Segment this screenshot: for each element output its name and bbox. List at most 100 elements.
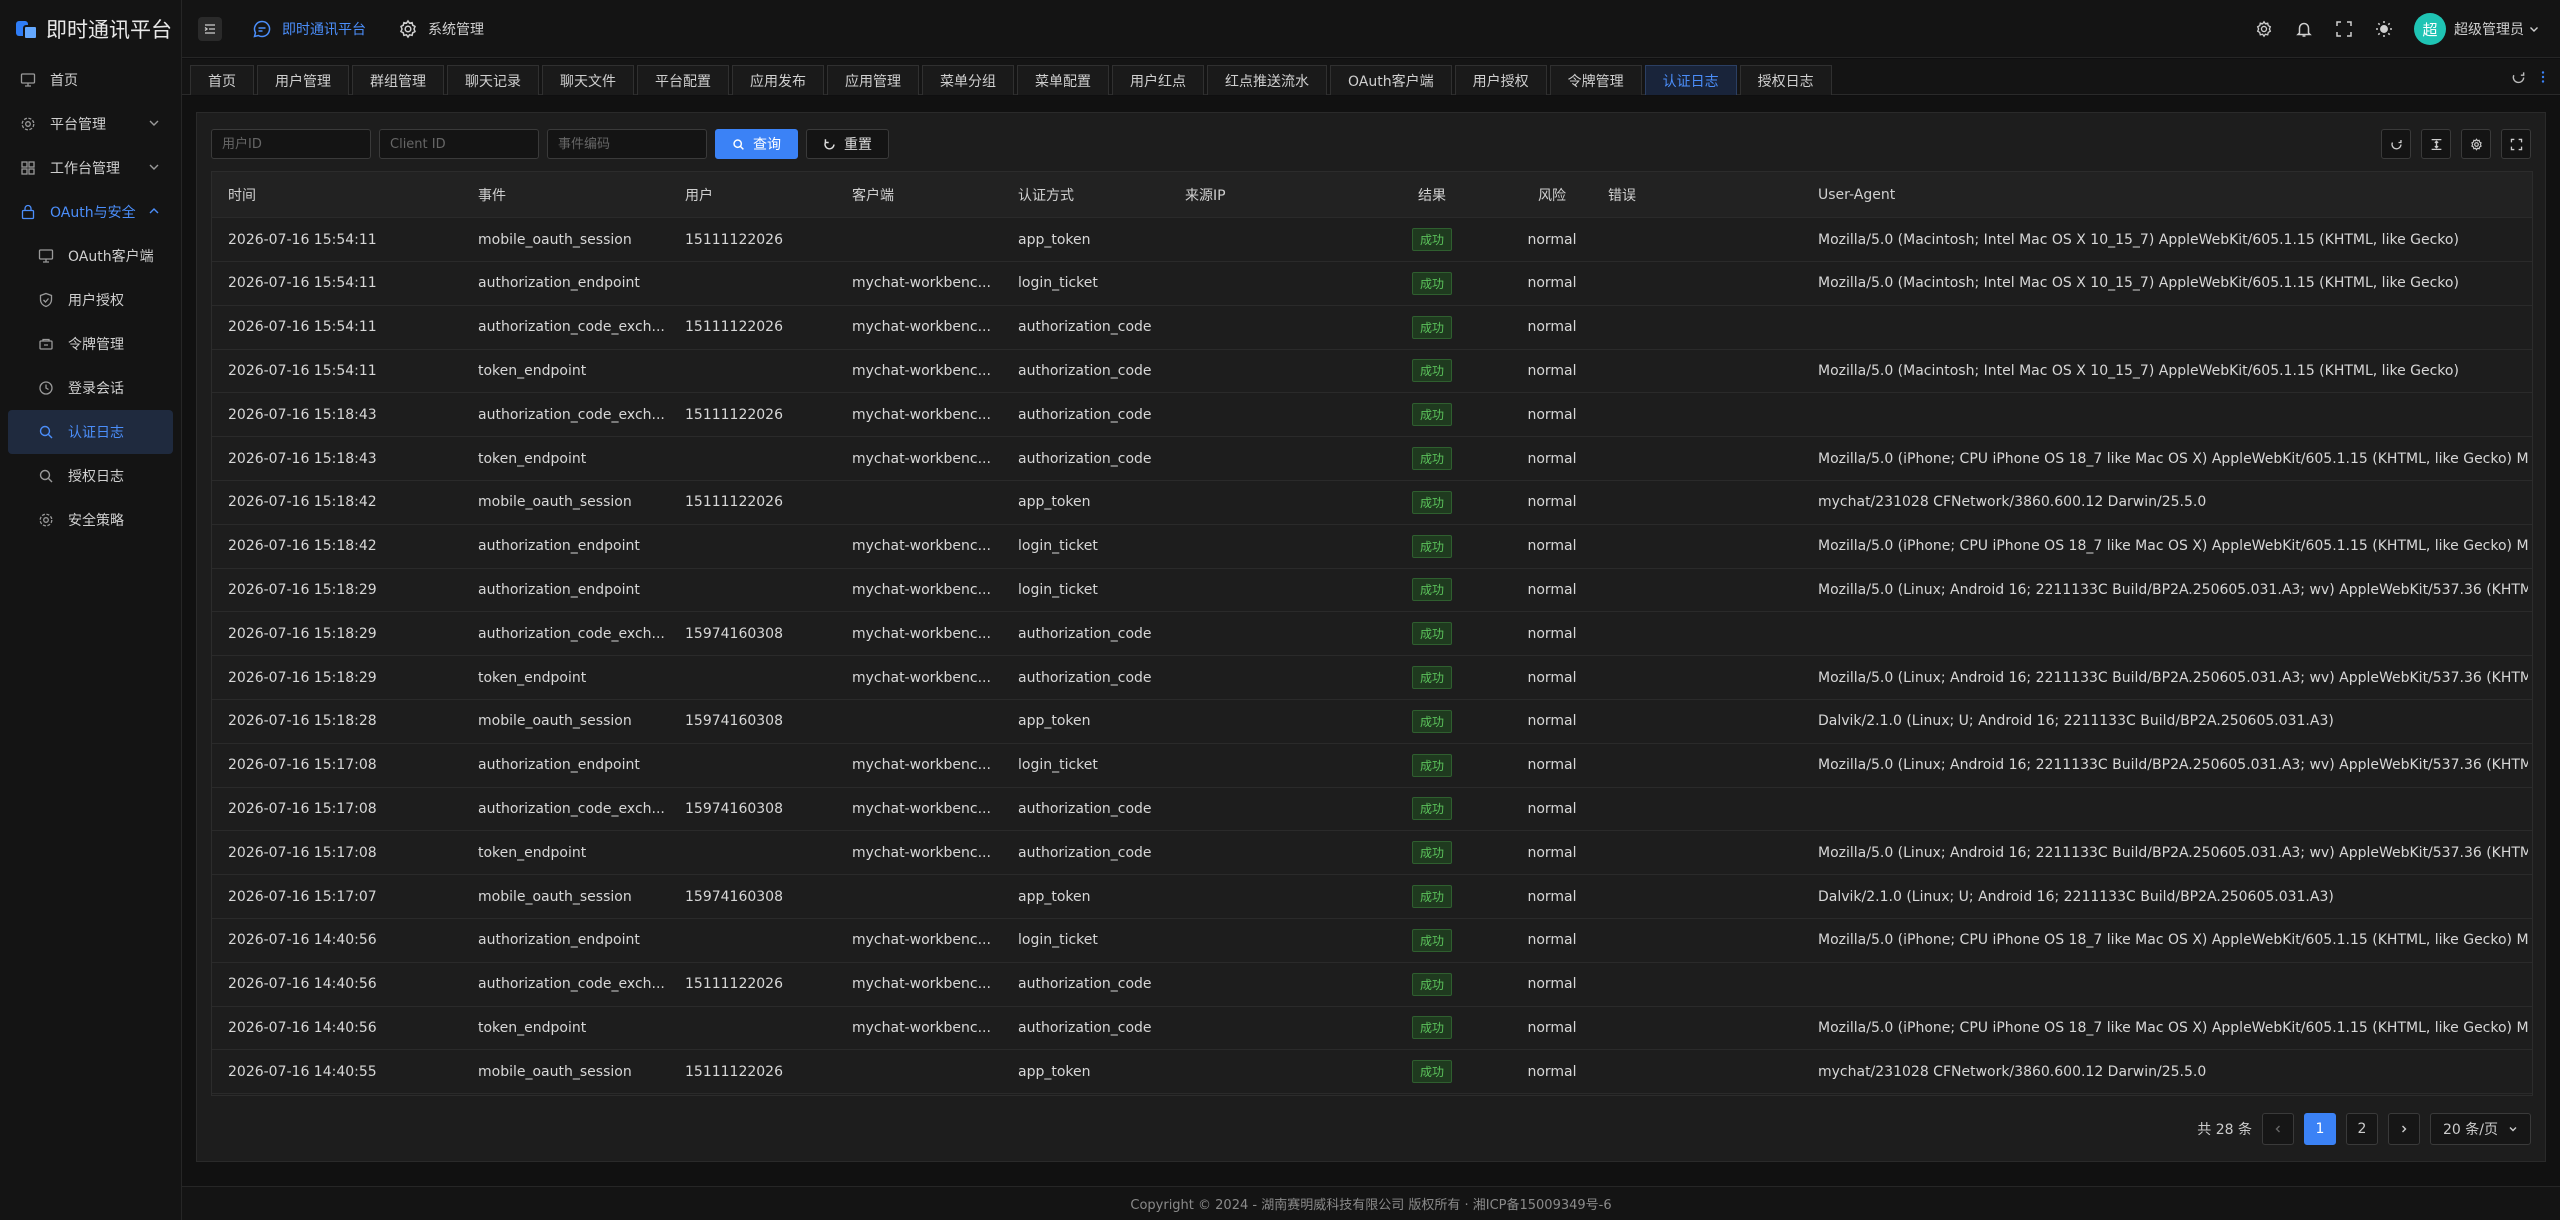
table-cell: 2026-07-16 15:18:28 [228, 713, 377, 730]
table-row[interactable]: 2026-07-16 15:54:11 token_endpoint mychat-… [212, 349, 2532, 394]
table-cell: mychat-workbenc... [852, 319, 991, 336]
sidebar-subitem-auth-logs[interactable]: 认证日志 [8, 410, 173, 454]
column-header[interactable]: 事件 [478, 172, 678, 217]
table-row[interactable]: 2026-07-16 15:54:11 authorization_endpoin… [212, 262, 2532, 306]
sidebar-subitem-security-policy[interactable]: 安全策略 [0, 498, 181, 542]
table-cell [1185, 568, 1355, 611]
sidebar-subitem-user-grants[interactable]: 用户授权 [0, 278, 181, 322]
gear-icon [38, 512, 54, 528]
prev-page-button[interactable] [2262, 1113, 2295, 1145]
tab-item[interactable]: 首页 [190, 65, 254, 95]
tab-item[interactable]: 用户授权 [1454, 65, 1547, 95]
fullscreen-icon[interactable] [2334, 19, 2354, 39]
table-cell [1608, 218, 1808, 261]
next-page-button[interactable] [2388, 1113, 2421, 1145]
table-cell: mychat-workbenc... [852, 1019, 991, 1036]
table-row[interactable]: 2026-07-16 14:40:56 token_endpoint mychat-… [212, 1006, 2532, 1051]
column-settings-button[interactable] [2461, 129, 2491, 159]
table-cell: Dalvik/2.1.0 (Linux; U; Android 16; 2211… [1818, 888, 2334, 905]
query-button[interactable]: 查询 [715, 129, 798, 159]
tab-item[interactable]: 红点推送流水 [1207, 65, 1327, 95]
page-button-2[interactable]: 2 [2346, 1113, 2379, 1145]
table-row[interactable]: 2026-07-16 15:17:08 token_endpoint mychat-… [212, 831, 2532, 876]
table-cell: 15111122026 [685, 231, 783, 248]
tab-item[interactable]: 应用发布 [732, 65, 824, 95]
topnav-system[interactable]: 系统管理 [382, 0, 500, 58]
table-row[interactable]: 2026-07-16 15:17:08 authorization_code_ex… [212, 787, 2532, 832]
sidebar-item-platform[interactable]: 平台管理 [0, 102, 181, 146]
density-button[interactable] [2421, 129, 2451, 159]
refresh-table-button[interactable] [2381, 129, 2411, 159]
sidebar-subitem-tokens[interactable]: 令牌管理 [0, 322, 181, 366]
table-row[interactable]: 2026-07-16 15:18:43 authorization_code_ex… [212, 393, 2532, 438]
refresh-icon[interactable] [2511, 70, 2526, 85]
tab-item[interactable]: 群组管理 [352, 65, 444, 95]
avatar[interactable]: 超 [2414, 13, 2446, 45]
sidebar-subitem-sessions[interactable]: 登录会话 [0, 366, 181, 410]
sidebar-subitem-grant-logs[interactable]: 授权日志 [0, 454, 181, 498]
tab-item[interactable]: 认证日志 [1644, 65, 1737, 95]
tab-item[interactable]: OAuth客户端 [1330, 65, 1452, 95]
tab-item[interactable]: 用户管理 [257, 65, 349, 95]
column-header[interactable]: User-Agent [1818, 172, 2528, 217]
tab-item[interactable]: 平台配置 [637, 65, 729, 95]
status-badge: 成功 [1411, 797, 1452, 821]
user-id-input[interactable] [211, 129, 371, 159]
column-header[interactable]: 时间 [228, 172, 468, 217]
sidebar-item-workbench[interactable]: 工作台管理 [0, 146, 181, 190]
sidebar-item-oauth-security[interactable]: OAuth与安全 [0, 190, 181, 234]
table-row[interactable]: 2026-07-16 15:18:28 mobile_oauth_session 1… [212, 700, 2532, 744]
fullscreen-button[interactable] [2501, 129, 2531, 159]
table-row[interactable]: 2026-07-16 15:54:11 authorization_code_ex… [212, 306, 2532, 350]
client-id-input[interactable] [379, 129, 539, 159]
sidebar-subitem-oauth-clients[interactable]: OAuth客户端 [0, 234, 181, 278]
column-header[interactable]: 错误 [1608, 172, 1808, 217]
table-row[interactable]: 2026-07-16 15:17:07 mobile_oauth_session 1… [212, 875, 2532, 919]
tab-item[interactable]: 授权日志 [1739, 65, 1832, 95]
column-header[interactable]: 来源IP [1185, 172, 1355, 217]
tab-item[interactable]: 菜单配置 [1017, 65, 1109, 95]
column-header[interactable]: 客户端 [852, 172, 1012, 217]
tab-item[interactable]: 用户红点 [1112, 65, 1204, 95]
table-row[interactable]: 2026-07-16 15:18:42 mobile_oauth_session 1… [212, 481, 2532, 525]
tab-item[interactable]: 应用管理 [827, 65, 919, 95]
column-header[interactable]: 认证方式 [1018, 172, 1178, 217]
column-header[interactable]: 结果 [1362, 172, 1502, 217]
settings-icon[interactable] [2254, 19, 2274, 39]
table-cell: normal [1527, 800, 1577, 817]
table-cell [685, 262, 845, 305]
table-cell: authorization_endpoint [478, 275, 640, 292]
status-badge: 成功 [1411, 534, 1452, 558]
sidebar-item-home[interactable]: 首页 [0, 58, 181, 102]
app-logo[interactable]: 即时通讯平台 [0, 0, 181, 58]
table-row[interactable]: 2026-07-16 15:18:29 authorization_code_ex… [212, 612, 2532, 657]
table-row[interactable]: 2026-07-16 15:17:08 authorization_endpoin… [212, 744, 2532, 788]
page-size-select[interactable]: 20 条/页 [2430, 1113, 2531, 1145]
bell-icon[interactable] [2294, 19, 2314, 39]
tab-item[interactable]: 聊天文件 [542, 65, 634, 95]
table-row[interactable]: 2026-07-16 15:18:29 authorization_endpoin… [212, 568, 2532, 613]
topnav-im-platform[interactable]: 即时通讯平台 [236, 0, 382, 58]
reset-button[interactable]: 重置 [806, 129, 889, 159]
table-cell: mychat-workbenc... [852, 800, 991, 817]
column-header[interactable]: 用户 [685, 172, 845, 217]
table-row[interactable]: 2026-07-16 15:18:43 token_endpoint mychat-… [212, 437, 2532, 481]
sidebar-toggle-button[interactable] [198, 16, 222, 41]
sun-icon[interactable] [2374, 19, 2394, 39]
table-row[interactable]: 2026-07-16 15:54:11 mobile_oauth_session 1… [212, 218, 2532, 262]
tab-item[interactable]: 令牌管理 [1549, 65, 1642, 95]
event-code-input[interactable] [547, 129, 707, 159]
status-badge: 成功 [1411, 972, 1452, 996]
user-menu[interactable]: 超级管理员 [2454, 19, 2540, 39]
more-vertical-icon[interactable] [2540, 70, 2546, 84]
table-row[interactable]: 2026-07-16 15:18:42 authorization_endpoin… [212, 525, 2532, 569]
column-header[interactable]: 风险 [1512, 172, 1592, 217]
tab-item[interactable]: 菜单分组 [922, 65, 1014, 95]
table-row[interactable]: 2026-07-16 15:18:29 token_endpoint mychat-… [212, 656, 2532, 700]
table-row[interactable]: 2026-07-16 14:40:56 authorization_code_ex… [212, 963, 2532, 1007]
table-row[interactable]: 2026-07-16 14:40:56 authorization_endpoin… [212, 919, 2532, 963]
tab-item[interactable]: 聊天记录 [447, 65, 539, 95]
page-button-1[interactable]: 1 [2304, 1113, 2337, 1145]
query-label: 查询 [753, 137, 781, 153]
table-row[interactable]: 2026-07-16 14:40:55 mobile_oauth_session 1… [212, 1050, 2532, 1095]
